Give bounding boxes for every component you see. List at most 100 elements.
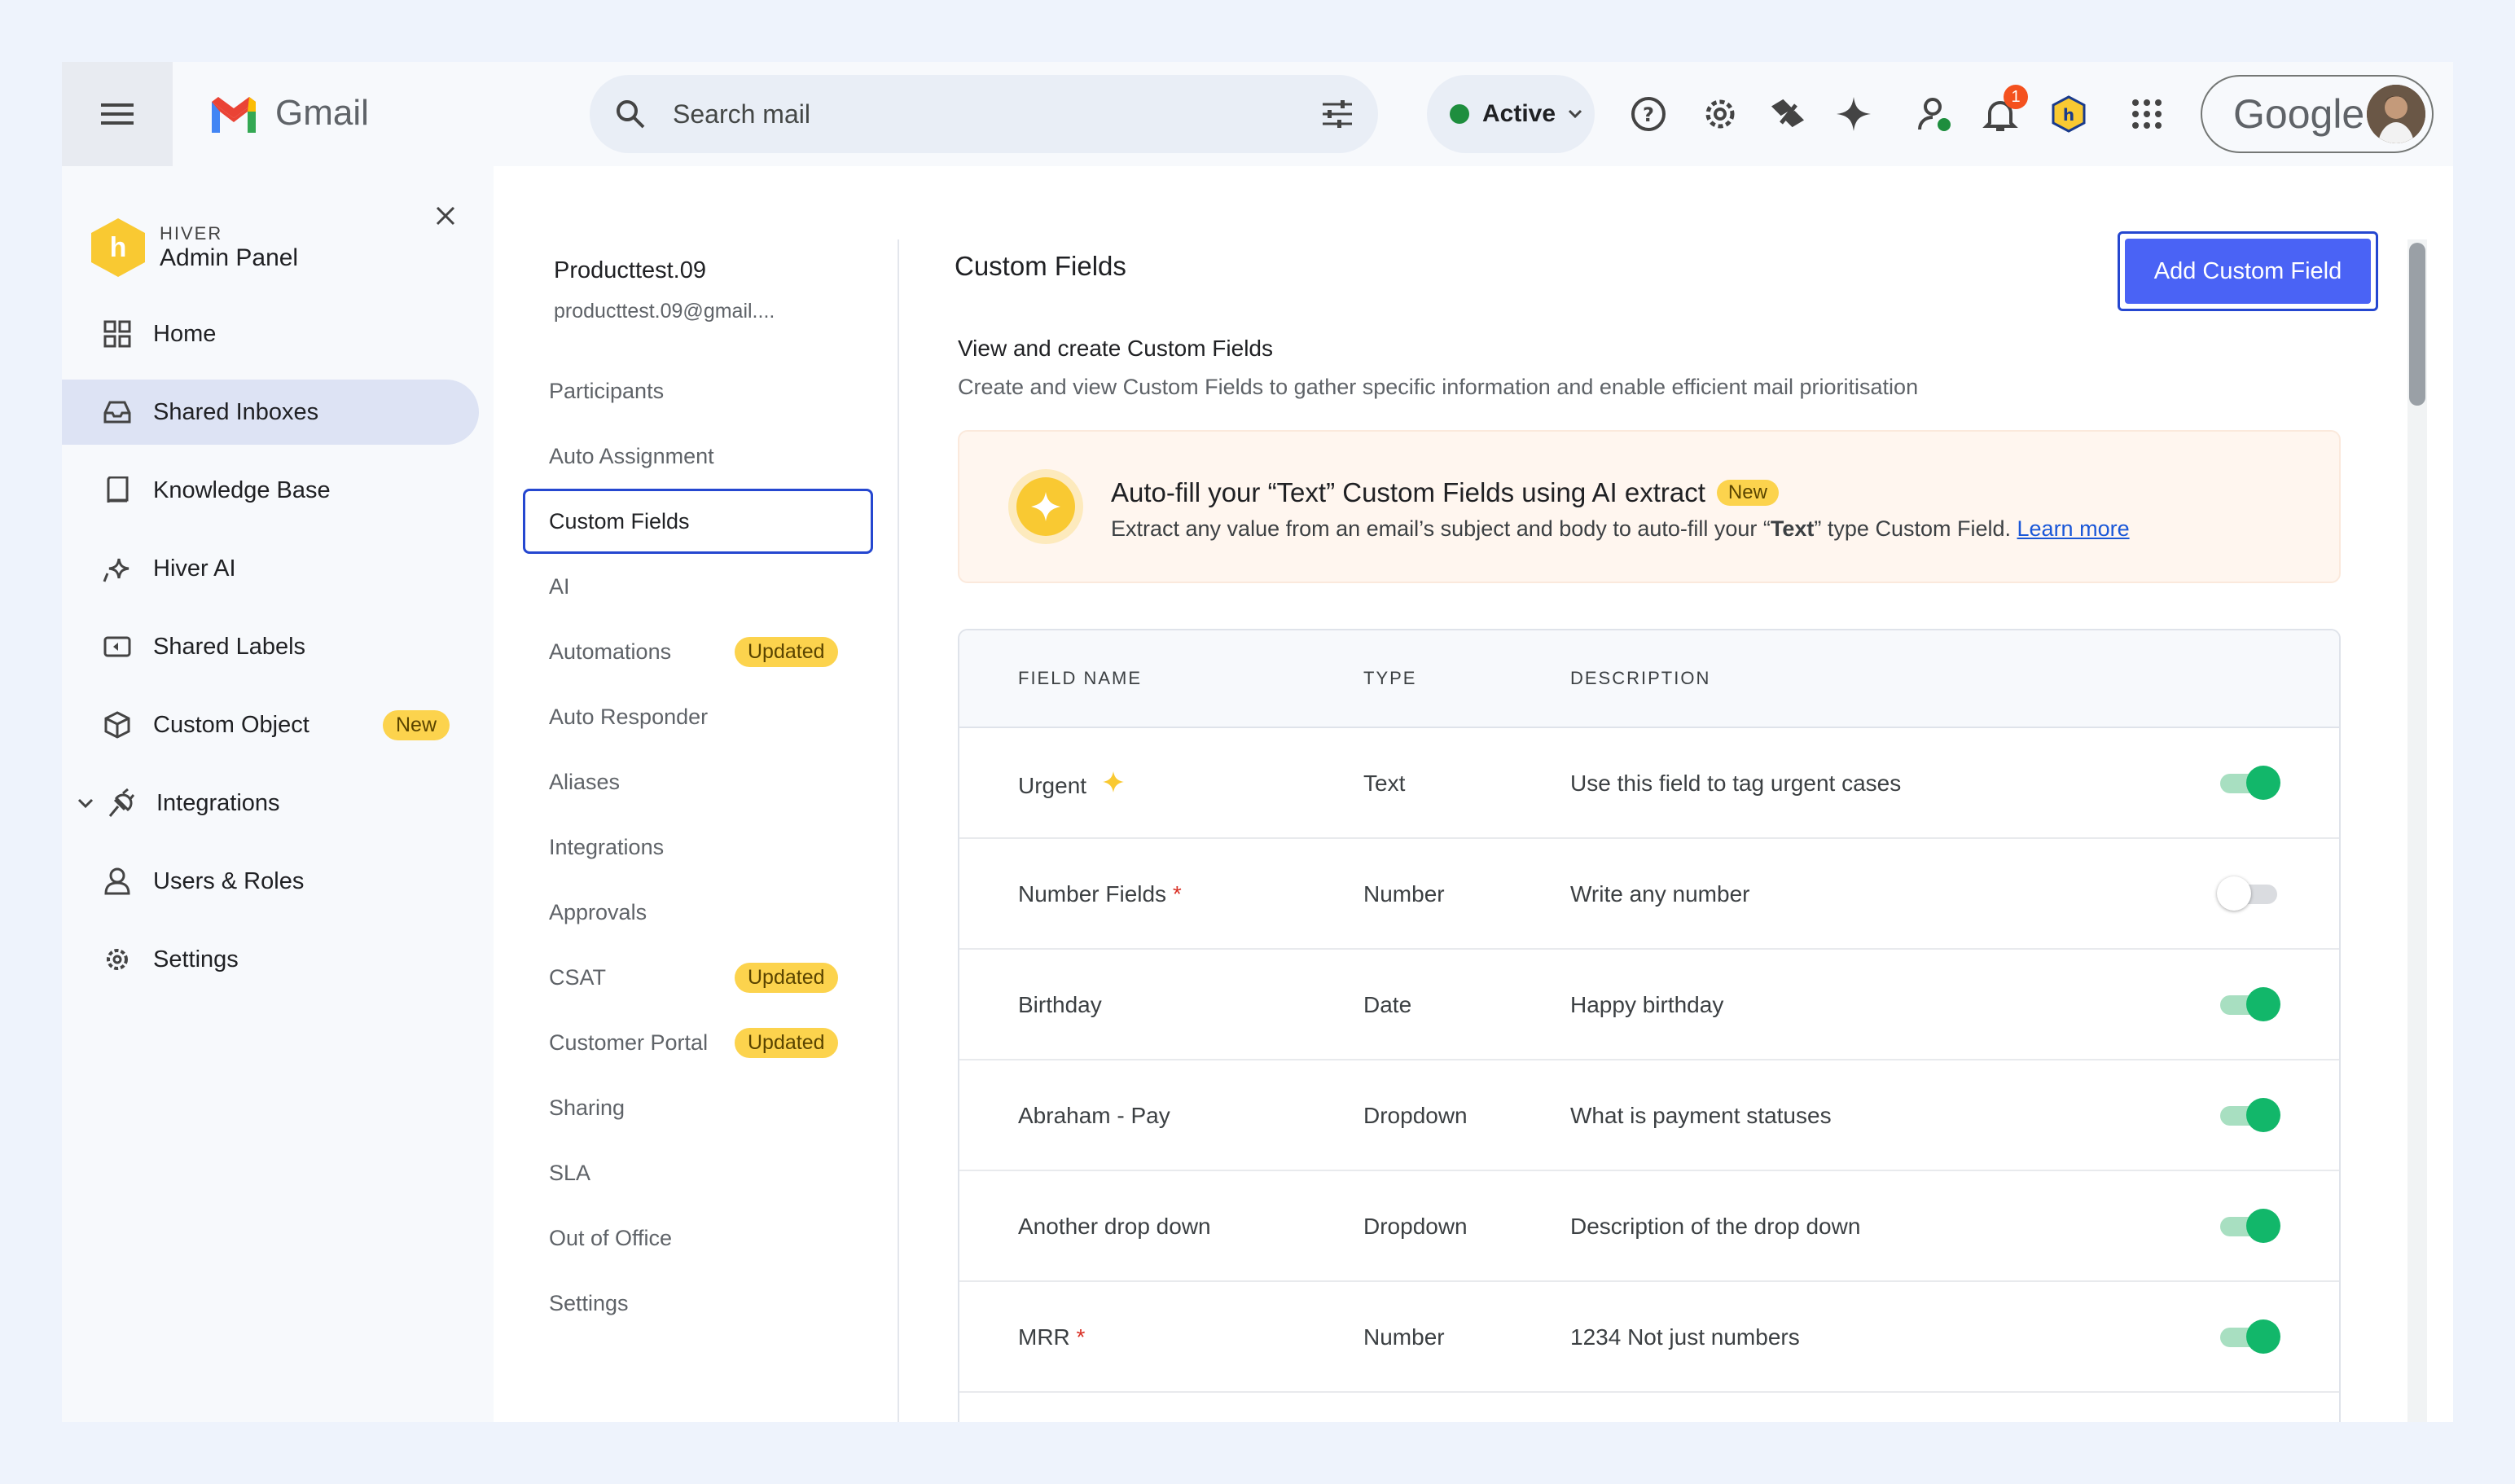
chevron-down-icon[interactable] <box>77 797 94 810</box>
help-button[interactable]: ? <box>1627 93 1670 135</box>
main-menu-button[interactable] <box>62 62 173 166</box>
status-selector[interactable]: Active <box>1427 75 1595 153</box>
sidebar-item-users-roles[interactable]: Users & Roles <box>62 849 479 914</box>
subnav-item-automations[interactable]: Automations Updated <box>523 619 873 684</box>
subnav-item-auto-assignment[interactable]: Auto Assignment <box>523 424 873 489</box>
field-name-cell: Another drop down <box>1018 1214 1211 1240</box>
field-name-cell: Number Fields * <box>1018 881 1182 907</box>
field-description: Description of the drop down <box>1570 1214 1861 1239</box>
sidebar-item-shared-inboxes[interactable]: Shared Inboxes <box>62 380 479 445</box>
google-account-button[interactable]: Google <box>2201 75 2434 153</box>
sidebar-item-label: Shared Inboxes <box>153 398 319 425</box>
subnav-item-auto-responder[interactable]: Auto Responder <box>523 684 873 749</box>
gmail-logo[interactable]: Gmail <box>208 93 369 134</box>
search-options-icon[interactable] <box>1321 99 1354 129</box>
search-bar[interactable]: Search mail <box>590 75 1378 153</box>
table-row[interactable]: Number Fields * Number Write any number <box>959 841 2339 950</box>
field-type: Number <box>1363 881 1445 907</box>
gear-icon <box>107 949 128 970</box>
apps-grid-icon <box>2132 99 2162 129</box>
section-description: Create and view Custom Fields to gather … <box>958 375 1919 399</box>
user-icon <box>104 867 130 895</box>
inbox-settings-nav: Producttest.09 producttest.09@gmail.... … <box>494 166 901 1422</box>
field-enabled-toggle[interactable] <box>2220 987 2280 1021</box>
dashboard-icon <box>103 320 131 348</box>
google-apps-button[interactable] <box>2126 93 2168 135</box>
field-description: Write any number <box>1570 881 1750 907</box>
subnav-item-label: Approvals <box>549 899 647 924</box>
column-header-description[interactable]: DESCRIPTION <box>1570 668 1710 689</box>
close-icon <box>436 206 455 226</box>
book-icon <box>107 476 129 503</box>
settings-button[interactable] <box>1699 93 1741 135</box>
subnav-item-label: SLA <box>549 1160 591 1185</box>
add-custom-field-button[interactable]: Add Custom Field <box>2118 231 2378 311</box>
field-enabled-toggle[interactable] <box>2220 766 2280 800</box>
top-bar: Gmail Search mail Active ? 1 h Google <box>62 62 2453 166</box>
custom-fields-panel: Custom Fields Add Custom Field View and … <box>899 166 2453 1422</box>
scrollbar-thumb[interactable] <box>2409 243 2425 406</box>
updated-badge: Updated <box>735 637 838 667</box>
learn-more-link[interactable]: Learn more <box>2017 516 2130 541</box>
subnav-item-label: CSAT <box>549 964 607 990</box>
banner-title-text: Auto-fill your “Text” Custom Fields usin… <box>1111 477 1705 507</box>
column-header-type[interactable]: TYPE <box>1363 668 1416 689</box>
label-icon <box>103 636 131 657</box>
subnav-item-participants[interactable]: Participants <box>523 358 873 424</box>
subnav-item-sla[interactable]: SLA <box>523 1140 873 1205</box>
contacts-button[interactable] <box>1914 93 1956 135</box>
scrollbar-track[interactable] <box>2407 239 2427 1422</box>
toggle-knob <box>2246 987 2280 1021</box>
subnav-item-sharing[interactable]: Sharing <box>523 1075 873 1140</box>
cube-icon <box>104 711 130 739</box>
hiver-extension-button[interactable]: h <box>2048 93 2090 135</box>
subnav-item-customer-portal[interactable]: Customer Portal Updated <box>523 1010 873 1075</box>
subnav-item-label: Aliases <box>549 769 621 794</box>
field-name-cell: Abraham - Pay <box>1018 1103 1170 1129</box>
content-area: Producttest.09 producttest.09@gmail.... … <box>494 166 2453 1422</box>
table-row[interactable]: MRR * Number 1234 Not just numbers <box>959 1284 2339 1393</box>
sidebar-item-integrations[interactable]: Integrations <box>62 771 479 836</box>
ai-extract-banner: Auto-fill your “Text” Custom Fields usin… <box>958 430 2341 583</box>
column-header-field-name[interactable]: FIELD NAME <box>1018 668 1142 689</box>
table-row[interactable]: Abraham - Pay Dropdown What is payment sta… <box>959 1062 2339 1171</box>
sidebar-item-home[interactable]: Home <box>62 301 479 367</box>
sidebar-item-settings[interactable]: Settings <box>62 927 479 992</box>
sidebar-item-hiver-ai[interactable]: Hiver AI <box>62 536 479 601</box>
search-icon[interactable] <box>614 98 647 130</box>
subnav-item-integrations[interactable]: Integrations <box>523 814 873 880</box>
gemini-button[interactable] <box>1832 93 1875 135</box>
subnav-item-label: Settings <box>549 1290 629 1315</box>
sidebar-item-custom-object[interactable]: Custom Object New <box>62 692 479 757</box>
notifications-button[interactable]: 1 <box>1979 85 2028 135</box>
subnav-item-out-of-office[interactable]: Out of Office <box>523 1205 873 1271</box>
field-enabled-toggle[interactable] <box>2220 1098 2280 1132</box>
search-input[interactable]: Search mail <box>673 99 1321 130</box>
help-icon: ? <box>1631 97 1666 131</box>
sidebar-item-knowledge-base[interactable]: Knowledge Base <box>62 458 479 523</box>
field-enabled-toggle[interactable] <box>2217 876 2277 911</box>
field-name-cell: Urgent <box>1018 771 1126 799</box>
subnav-item-label: Participants <box>549 378 665 403</box>
close-sidebar-button[interactable] <box>435 202 456 234</box>
section-title: View and create Custom Fields <box>958 336 1273 361</box>
field-enabled-toggle[interactable] <box>2220 1209 2280 1243</box>
table-row[interactable]: Birthday Date Happy birthday <box>959 951 2339 1060</box>
table-row[interactable]: Urgent Text Use this field to tag urgent … <box>959 730 2339 839</box>
sidebar-item-shared-labels[interactable]: Shared Labels <box>62 614 479 679</box>
subnav-item-approvals[interactable]: Approvals <box>523 880 873 945</box>
subnav-item-custom-fields[interactable]: Custom Fields <box>523 489 873 554</box>
field-enabled-toggle[interactable] <box>2220 1319 2280 1354</box>
subnav-item-settings[interactable]: Settings <box>523 1271 873 1336</box>
subnav-item-aliases[interactable]: Aliases <box>523 749 873 814</box>
field-name-cell: MRR * <box>1018 1324 1085 1350</box>
subnav-item-ai[interactable]: AI <box>523 554 873 619</box>
table-row[interactable]: Another drop down Dropdown Description of … <box>959 1173 2339 1282</box>
required-asterisk: * <box>1076 1324 1086 1350</box>
avatar <box>2367 85 2425 143</box>
hiver-apps-button[interactable] <box>1767 93 1810 135</box>
subnav-item-csat[interactable]: CSAT Updated <box>523 945 873 1010</box>
sidebar-item-label: Settings <box>153 946 239 973</box>
field-type: Date <box>1363 992 1412 1017</box>
field-name: Urgent <box>1018 773 1087 798</box>
